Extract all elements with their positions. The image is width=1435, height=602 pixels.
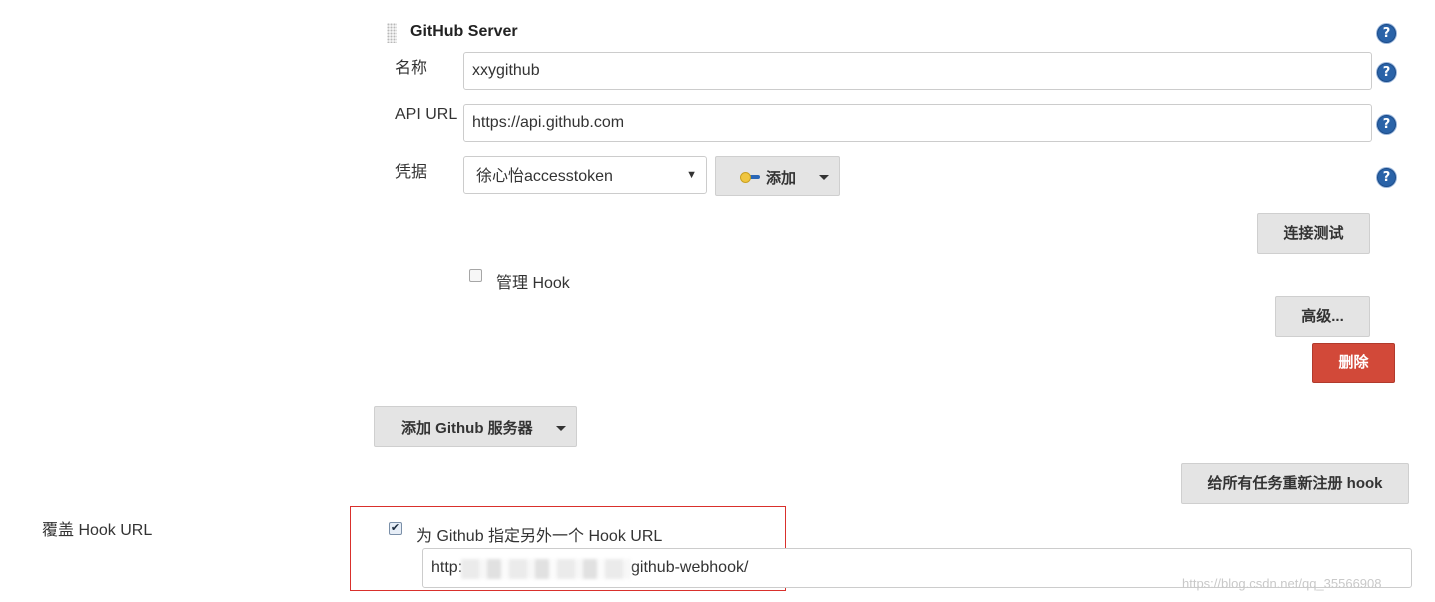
section-title: GitHub Server	[410, 23, 518, 40]
section-help-icon[interactable]: ?	[1377, 24, 1396, 43]
key-icon-head	[740, 172, 751, 183]
redacted-url-section	[461, 559, 631, 579]
select-arrow-icon: ▼	[686, 169, 697, 181]
name-help-icon[interactable]: ?	[1377, 63, 1396, 82]
hook-url-suffix: github-webhook/	[631, 559, 749, 576]
credentials-label: 凭据	[395, 164, 428, 181]
override-hook-checkbox[interactable]: ✔	[389, 522, 402, 535]
drag-handle-icon[interactable]	[387, 23, 397, 43]
reregister-hooks-button[interactable]: 给所有任务重新注册 hook	[1181, 463, 1409, 504]
credentials-select[interactable]: 徐心怡accesstoken ▼	[463, 156, 707, 194]
override-hook-url-label: 覆盖 Hook URL	[42, 522, 153, 539]
name-label: 名称	[395, 60, 428, 77]
advanced-button[interactable]: 高级...	[1275, 296, 1370, 337]
test-connection-button[interactable]: 连接测试	[1257, 213, 1370, 254]
delete-button[interactable]: 删除	[1312, 343, 1395, 383]
credentials-select-value: 徐心怡accesstoken	[476, 168, 613, 185]
add-github-server-label: 添加 Github 服务器	[401, 420, 533, 437]
caret-down-icon	[819, 175, 829, 180]
override-hook-checkbox-label: 为 Github 指定另外一个 Hook URL	[416, 528, 663, 545]
manage-hook-checkbox[interactable]	[469, 269, 482, 282]
manage-hook-label: 管理 Hook	[496, 275, 570, 292]
add-github-server-button[interactable]: 添加 Github 服务器	[374, 406, 577, 447]
add-credentials-label: 添加	[766, 170, 797, 187]
add-credentials-button[interactable]: 添加	[715, 156, 840, 196]
credentials-help-icon[interactable]: ?	[1377, 168, 1396, 187]
api-url-label: API URL	[395, 106, 458, 123]
caret-down-icon	[556, 426, 566, 431]
api-url-input[interactable]: https://api.github.com	[463, 104, 1372, 142]
name-input[interactable]: xxygithub	[463, 52, 1372, 90]
api-url-help-icon[interactable]: ?	[1377, 115, 1396, 134]
hook-url-prefix: http:	[431, 559, 463, 576]
watermark: https://blog.csdn.net/qq_35566908	[1182, 576, 1382, 591]
